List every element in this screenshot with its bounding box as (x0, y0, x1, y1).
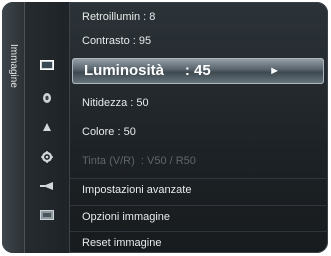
picture-icon[interactable] (37, 58, 57, 72)
menu-item-label: Opzioni immagine (82, 211, 171, 223)
menu-item-label: Nitidezza : 50 (82, 97, 149, 109)
picture-menu-list: Retroillumin : 8 Contrasto : 95 Luminosi… (70, 2, 328, 253)
menu-item-picture-reset[interactable]: Reset immagine (70, 231, 328, 253)
application-icon[interactable] (37, 208, 57, 222)
menu-item-label: Luminosità : 45 (84, 62, 211, 79)
menu-item-advanced-settings[interactable]: Impostazioni avanzate (70, 178, 328, 200)
menu-item-label: Reset immagine (82, 237, 162, 249)
menu-item-brightness[interactable]: Luminosità : 45 ► (72, 58, 324, 84)
category-icon-column (25, 2, 70, 253)
category-tab[interactable]: Immagine (2, 2, 25, 253)
menu-item-tint: Tinta (V/R) : V50 / R50 (70, 150, 328, 172)
menu-item-contrast[interactable]: Contrasto : 95 (70, 30, 328, 52)
menu-item-label: Impostazioni avanzate (82, 184, 192, 196)
tv-osd-menu: Immagine Retroillumin : 8 Contrasto : 95 (2, 2, 328, 253)
menu-item-label: Tinta (V/R) : V50 / R50 (82, 155, 196, 167)
menu-item-label: Retroillumin : 8 (82, 11, 156, 23)
setup-icon[interactable] (37, 150, 57, 164)
input-icon[interactable] (37, 179, 57, 193)
menu-item-label: Colore : 50 (82, 126, 136, 138)
menu-item-picture-options[interactable]: Opzioni immagine (70, 205, 328, 227)
menu-item-label: Contrasto : 95 (82, 35, 152, 47)
menu-item-color[interactable]: Colore : 50 (70, 121, 328, 143)
channel-icon[interactable] (37, 120, 57, 134)
sound-icon[interactable] (37, 91, 57, 105)
category-tab-label: Immagine (8, 44, 19, 88)
menu-item-backlight[interactable]: Retroillumin : 8 (70, 6, 328, 28)
submenu-arrow-icon: ► (269, 65, 280, 77)
menu-item-sharpness[interactable]: Nitidezza : 50 (70, 92, 328, 114)
